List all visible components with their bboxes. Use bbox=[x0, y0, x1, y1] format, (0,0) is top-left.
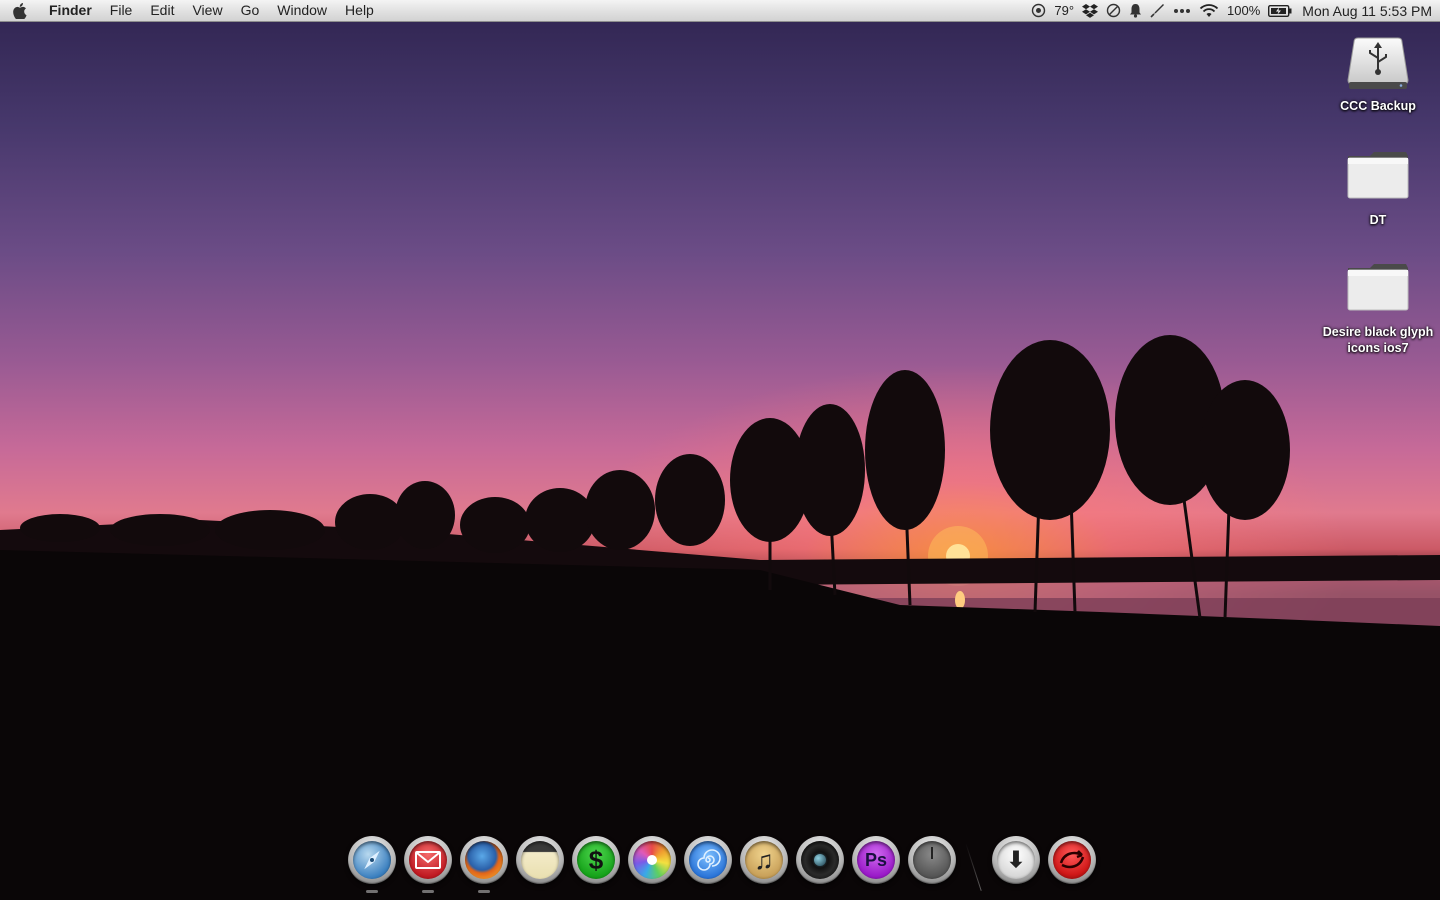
battery-icon[interactable] bbox=[1268, 4, 1292, 17]
dock-notes[interactable] bbox=[516, 836, 564, 884]
spiral-app-icon bbox=[689, 841, 727, 879]
dock-photos[interactable] bbox=[628, 836, 676, 884]
dock-photoshop[interactable]: Ps bbox=[852, 836, 900, 884]
downloads-icon: ⬇ bbox=[997, 841, 1035, 879]
more-dots-icon[interactable] bbox=[1173, 8, 1191, 14]
folder-icon bbox=[1346, 150, 1410, 210]
menu-window[interactable]: Window bbox=[268, 0, 336, 21]
sunset-landscape-image bbox=[0, 335, 1440, 900]
dock-camera[interactable] bbox=[796, 836, 844, 884]
dock-unknown-app[interactable] bbox=[908, 836, 956, 884]
menu-edit[interactable]: Edit bbox=[141, 0, 183, 21]
notes-icon bbox=[521, 841, 559, 879]
firefox-icon bbox=[465, 841, 503, 879]
dock: $ ♫ Ps ⬇ bbox=[344, 832, 1100, 893]
dock-itunes[interactable]: ♫ bbox=[740, 836, 788, 884]
trash-icon bbox=[1053, 841, 1091, 879]
desktop-item-desire-icons-folder[interactable]: Desire black glyph icons ios7 bbox=[1318, 262, 1438, 356]
dock-trash[interactable] bbox=[1048, 836, 1096, 884]
dock-money[interactable]: $ bbox=[572, 836, 620, 884]
notification-bell-icon[interactable] bbox=[1129, 3, 1142, 18]
running-indicator bbox=[478, 890, 490, 893]
apple-icon[interactable] bbox=[0, 2, 40, 19]
desktop-item-label: CCC Backup bbox=[1340, 99, 1416, 113]
clock[interactable]: Mon Aug 11 5:53 PM bbox=[1302, 3, 1432, 19]
temperature-reading[interactable]: 79° bbox=[1054, 3, 1074, 18]
desktop-item-ccc-backup[interactable]: CCC Backup bbox=[1318, 36, 1438, 114]
dock-separator[interactable] bbox=[964, 836, 984, 884]
itunes-icon: ♫ bbox=[745, 841, 783, 879]
dock-mail[interactable] bbox=[404, 836, 452, 893]
dock-safari[interactable] bbox=[348, 836, 396, 893]
desktop-wallpaper bbox=[0, 0, 1440, 900]
running-indicator bbox=[422, 890, 434, 893]
dock-spiral-app[interactable] bbox=[684, 836, 732, 884]
dropbox-icon[interactable] bbox=[1082, 3, 1099, 18]
battery-percentage[interactable]: 100% bbox=[1227, 3, 1260, 18]
safari-icon bbox=[353, 841, 391, 879]
menu-help[interactable]: Help bbox=[336, 0, 383, 21]
running-indicator bbox=[366, 890, 378, 893]
dock-firefox[interactable] bbox=[460, 836, 508, 893]
menu-file[interactable]: File bbox=[101, 0, 142, 21]
photos-icon bbox=[633, 841, 671, 879]
unknown-app-icon bbox=[913, 841, 951, 879]
camera-icon bbox=[801, 841, 839, 879]
menu-bar: Finder File Edit View Go Window Help 79°… bbox=[0, 0, 1440, 22]
keychain-pen-icon[interactable] bbox=[1150, 3, 1165, 18]
wifi-icon[interactable] bbox=[1199, 3, 1219, 18]
desktop-item-label: DT bbox=[1369, 213, 1387, 227]
do-not-disturb-icon[interactable] bbox=[1106, 3, 1121, 18]
menu-view[interactable]: View bbox=[183, 0, 231, 21]
photoshop-icon: Ps bbox=[857, 841, 895, 879]
folder-icon bbox=[1346, 262, 1410, 322]
menu-go[interactable]: Go bbox=[232, 0, 269, 21]
dock-downloads[interactable]: ⬇ bbox=[992, 836, 1040, 884]
weather-icon[interactable] bbox=[1031, 3, 1046, 18]
usb-drive-icon bbox=[1346, 36, 1410, 96]
desktop-item-label: Desire black glyph icons ios7 bbox=[1322, 325, 1434, 355]
menu-finder[interactable]: Finder bbox=[40, 0, 101, 21]
desktop-item-dt[interactable]: DT bbox=[1318, 150, 1438, 228]
mail-icon bbox=[409, 841, 447, 879]
money-icon: $ bbox=[577, 841, 615, 879]
